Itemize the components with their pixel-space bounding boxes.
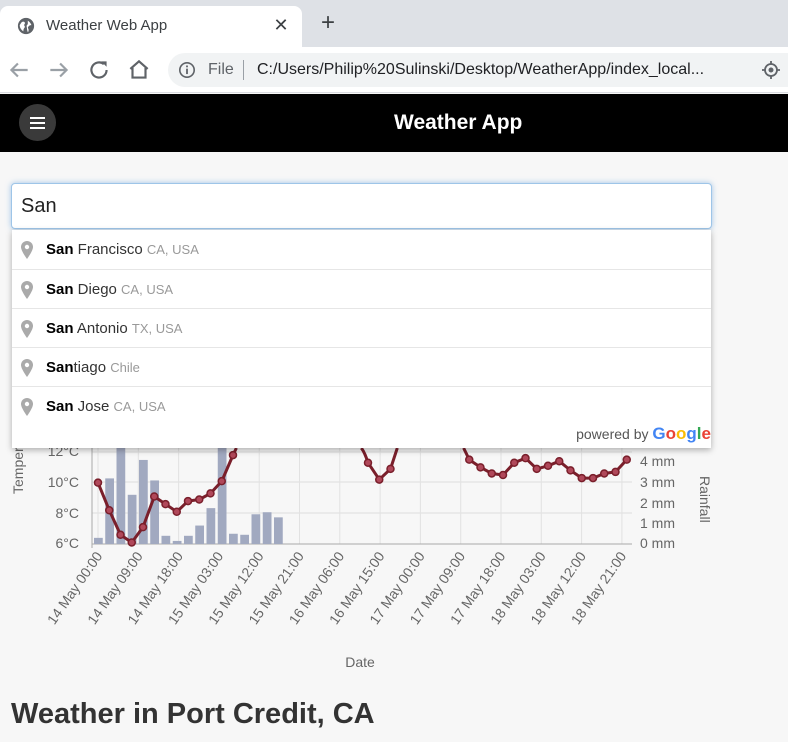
- temperature-point: [498, 470, 508, 480]
- address-bar[interactable]: File C:/Users/Philip%20Sulinski/Desktop/…: [168, 53, 788, 87]
- forward-arrow-icon[interactable]: [46, 57, 72, 83]
- suggestion-item[interactable]: San Francisco CA, USA: [12, 230, 711, 269]
- suggestion-item[interactable]: Santiago Chile: [12, 347, 711, 386]
- temperature-point: [600, 469, 609, 478]
- tab-title: Weather Web App: [46, 17, 168, 34]
- map-pin-icon: [21, 359, 33, 377]
- suggestion-text: Santiago Chile: [46, 359, 140, 376]
- address-separator: [243, 60, 244, 80]
- y-tick-label-right: 4 mm: [640, 453, 675, 469]
- suggestion-text: San Jose CA, USA: [46, 398, 166, 415]
- temperature-point: [93, 478, 103, 487]
- temperature-point: [217, 476, 226, 486]
- temperature-point: [228, 450, 238, 460]
- rainfall-bar: [172, 540, 182, 544]
- temperature-point: [611, 467, 620, 477]
- temperature-point: [161, 499, 170, 509]
- browser-tab[interactable]: Weather Web App ✕: [0, 6, 302, 47]
- rainfall-bar: [274, 517, 283, 544]
- y-tick-label-right: 0 mm: [640, 535, 675, 551]
- temperature-point: [476, 463, 485, 472]
- suggestion-text: San Francisco CA, USA: [46, 241, 199, 258]
- app-header: Weather App: [0, 94, 788, 152]
- suggestion-item[interactable]: San Jose CA, USA: [12, 386, 711, 425]
- rainfall-bar: [206, 508, 216, 544]
- temperature-point: [206, 489, 215, 498]
- x-axis-title: Date: [345, 654, 375, 670]
- temperature-point: [622, 455, 631, 464]
- google-logo: Google: [652, 424, 711, 443]
- file-label: File: [208, 61, 234, 78]
- temperature-point: [577, 473, 586, 483]
- page-title: Weather in Port Credit, CA: [11, 698, 375, 730]
- temperature-point: [521, 453, 530, 463]
- suggestion-item[interactable]: San Antonio TX, USA: [12, 308, 711, 347]
- reload-icon[interactable]: [86, 57, 112, 83]
- temperature-point: [375, 475, 384, 484]
- close-icon[interactable]: ✕: [270, 14, 292, 36]
- y-tick-label-right: 1 mm: [640, 515, 675, 531]
- map-pin-icon: [21, 320, 33, 338]
- hamburger-menu-icon[interactable]: [19, 104, 56, 141]
- suggestion-text: San Diego CA, USA: [46, 281, 174, 298]
- rainfall-bar: [195, 525, 204, 544]
- y-axis-title-right: Rainfall: [697, 476, 713, 523]
- temperature-point: [195, 495, 204, 504]
- temperature-point: [510, 458, 519, 467]
- y-tick-label-left: 6°C: [56, 535, 80, 551]
- temperature-point: [588, 473, 598, 483]
- temperature-point: [138, 522, 148, 532]
- back-arrow-icon[interactable]: [6, 57, 32, 83]
- rainfall-bar: [229, 533, 238, 544]
- temperature-point: [386, 464, 395, 474]
- temperature-point: [487, 469, 496, 478]
- rainfall-bar: [150, 480, 159, 544]
- temperature-point: [543, 461, 553, 471]
- home-icon[interactable]: [126, 57, 152, 83]
- globe-icon: [17, 17, 35, 35]
- new-tab-icon[interactable]: +: [317, 11, 339, 35]
- suggestion-text: San Antonio TX, USA: [46, 320, 183, 337]
- rainfall-bar: [240, 534, 249, 544]
- temperature-point: [150, 492, 159, 501]
- temperature-point: [172, 507, 181, 517]
- rainfall-bar: [161, 535, 171, 544]
- temperature-point: [183, 496, 193, 506]
- map-pin-icon: [21, 398, 33, 416]
- y-tick-label-left: 8°C: [56, 505, 80, 521]
- rainfall-bar: [184, 535, 193, 544]
- y-tick-label-right: 2 mm: [640, 495, 675, 511]
- y-tick-label-left: 12°C: [48, 448, 79, 459]
- rainfall-bar: [251, 514, 261, 544]
- y-tick-label-right: 3 mm: [640, 474, 675, 490]
- autocomplete-dropdown: San Francisco CA, USA San Diego CA, USA …: [12, 230, 711, 448]
- temperature-point: [116, 530, 125, 540]
- info-icon[interactable]: [178, 61, 196, 79]
- map-pin-icon: [21, 241, 33, 259]
- temperature-point: [127, 538, 136, 547]
- temperature-point: [105, 506, 114, 515]
- temperature-point: [465, 455, 474, 464]
- rainfall-bar: [94, 537, 103, 544]
- browser-toolbar: File C:/Users/Philip%20Sulinski/Desktop/…: [0, 47, 788, 93]
- powered-by-google: powered by Google: [576, 424, 711, 443]
- map-pin-icon: [21, 281, 33, 299]
- suggestion-item[interactable]: San Diego CA, USA: [12, 269, 711, 308]
- url-text[interactable]: C:/Users/Philip%20Sulinski/Desktop/Weath…: [257, 61, 704, 79]
- plot-area: [92, 448, 632, 544]
- temperature-point: [566, 466, 575, 475]
- location-search-input[interactable]: [11, 183, 712, 229]
- y-tick-label-left: 10°C: [48, 474, 79, 490]
- weather-chart: 12°C 10°C 8°C 6°C 4 mm 3 mm 2 mm 1 mm 0 mm Temper…: [10, 448, 713, 670]
- browser-tab-bar: Weather Web App ✕ +: [0, 0, 788, 47]
- temperature-point: [555, 456, 564, 466]
- temperature-point: [363, 458, 373, 467]
- temperature-point: [532, 464, 541, 474]
- rainfall-bar: [262, 512, 272, 544]
- y-axis-title-left: Temperature: [10, 448, 26, 494]
- location-target-icon[interactable]: [761, 60, 781, 80]
- app-title: Weather App: [394, 111, 523, 134]
- rainfall-bar: [217, 448, 227, 544]
